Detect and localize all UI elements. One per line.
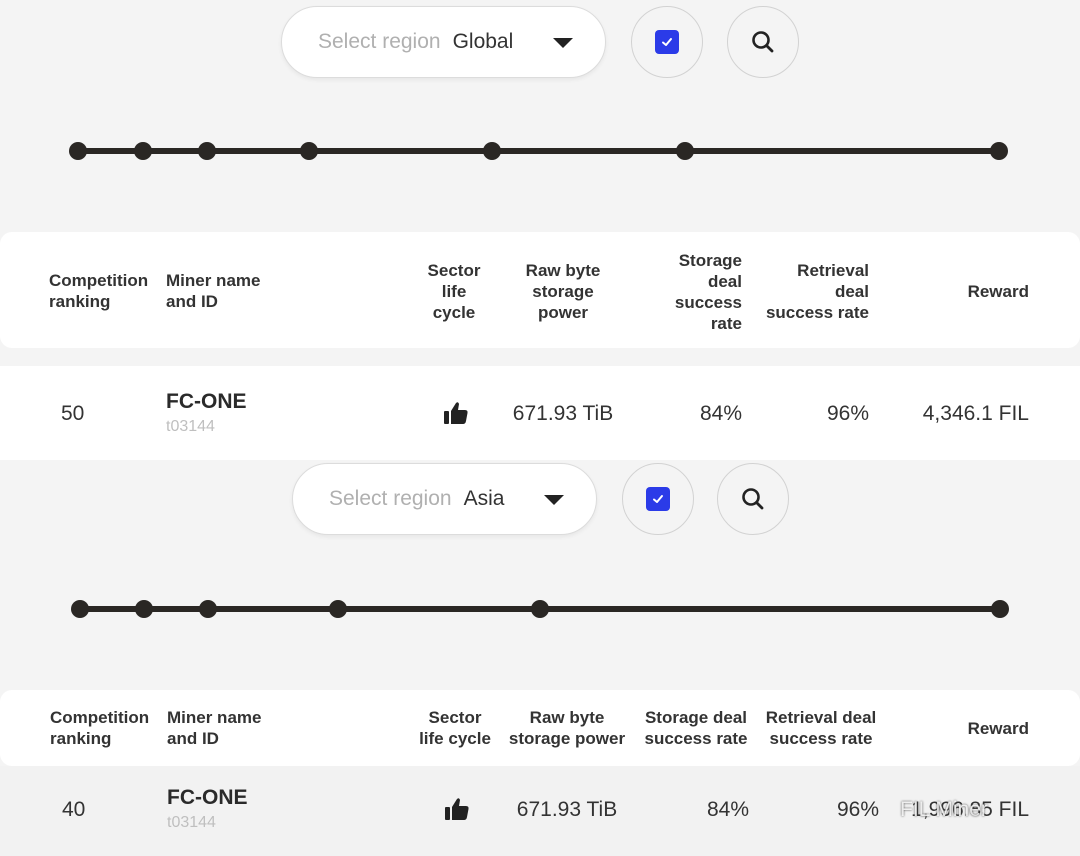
cell-raw-power: 671.93 TiB <box>516 798 618 821</box>
search-icon <box>752 31 774 53</box>
miner-id: t03144 <box>167 814 216 831</box>
table-header: Competition ranking Miner name and ID Sect… <box>0 232 1080 348</box>
cell-storage-deal: 84% <box>699 402 742 425</box>
miner-name: FC-ONE <box>166 390 247 413</box>
cell-reward: 4,346.1 FIL <box>922 402 1029 425</box>
column-header-reward[interactable]: Reward <box>930 281 1029 302</box>
cell-retrieval-deal: 96% <box>836 798 879 821</box>
cell-ranking: 50 <box>61 402 85 425</box>
search-button[interactable] <box>717 463 789 535</box>
table-row[interactable]: 50 FC-ONE t03144 671.93 TiB 84% 96% 4,34… <box>0 366 1080 460</box>
cell-raw-power: 671.93 TiB <box>512 402 614 425</box>
checkbox-button[interactable] <box>622 463 694 535</box>
column-header-ranking[interactable]: Competition ranking <box>49 270 148 312</box>
timeline-stop[interactable] <box>134 142 152 160</box>
leaderboard-panel-global: Select region Global Competition ranking … <box>0 0 1080 460</box>
column-header-miner[interactable]: Miner name and ID <box>167 707 261 749</box>
column-header-miner[interactable]: Miner name and ID <box>166 270 260 312</box>
search-icon <box>742 488 764 510</box>
timeline-track <box>78 148 1000 154</box>
region-select-value: Global <box>452 30 514 53</box>
cell-ranking: 40 <box>62 798 86 821</box>
region-select-placeholder: Select region <box>329 487 452 510</box>
watermark: FIL Miner <box>900 798 988 821</box>
region-select[interactable]: Select region Asia <box>292 463 597 535</box>
column-header-retrieval-deal[interactable]: Retrieval deal success rate <box>760 707 882 749</box>
timeline-stop[interactable] <box>69 142 87 160</box>
timeline-stop[interactable] <box>198 142 216 160</box>
region-select-placeholder: Select region <box>318 30 441 53</box>
table-header: Competition ranking Miner name and ID Sect… <box>0 690 1080 766</box>
timeline-stop[interactable] <box>135 600 153 618</box>
timeline-stop[interactable] <box>676 142 694 160</box>
miner-id: t03144 <box>166 418 215 435</box>
column-header-storage-deal[interactable]: Storage deal success rate <box>640 250 742 334</box>
column-header-ranking[interactable]: Competition ranking <box>50 707 149 749</box>
region-select-value: Asia <box>463 487 505 510</box>
column-header-storage-deal[interactable]: Storage deal success rate <box>638 707 754 749</box>
thumbs-up-icon <box>444 796 470 828</box>
region-select[interactable]: Select region Global <box>281 6 606 78</box>
checkbox-checked-icon <box>646 487 670 511</box>
checkbox-checked-icon <box>655 30 679 54</box>
timeline-stop[interactable] <box>300 142 318 160</box>
leaderboard-panel-asia: Select region Asia Competition ranking Mi… <box>0 460 1080 856</box>
timeline-stop[interactable] <box>531 600 549 618</box>
timeline-stop[interactable] <box>199 600 217 618</box>
column-header-sector[interactable]: Sector life cycle <box>410 707 500 749</box>
timeline-slider[interactable] <box>69 141 1008 161</box>
timeline-stop[interactable] <box>71 600 89 618</box>
miner-name: FC-ONE <box>167 786 248 809</box>
timeline-stop[interactable] <box>990 142 1008 160</box>
checkbox-button[interactable] <box>631 6 703 78</box>
search-button[interactable] <box>727 6 799 78</box>
timeline-stop[interactable] <box>483 142 501 160</box>
cell-retrieval-deal: 96% <box>826 402 869 425</box>
timeline-stop[interactable] <box>329 600 347 618</box>
column-header-raw-power[interactable]: Raw byte storage power <box>503 260 623 323</box>
cell-miner[interactable]: FC-ONE t03144 <box>167 786 248 832</box>
thumbs-up-icon <box>443 400 469 432</box>
timeline-stop[interactable] <box>991 600 1009 618</box>
column-header-retrieval-deal[interactable]: Retrieval deal success rate <box>752 260 869 323</box>
chevron-down-icon <box>553 38 573 48</box>
timeline-slider[interactable] <box>71 599 1009 619</box>
cell-miner[interactable]: FC-ONE t03144 <box>166 390 247 436</box>
cell-storage-deal: 84% <box>706 798 749 821</box>
column-header-sector[interactable]: Sector life cycle <box>404 260 504 323</box>
column-header-reward[interactable]: Reward <box>930 718 1029 739</box>
column-header-raw-power[interactable]: Raw byte storage power <box>503 707 631 749</box>
chevron-down-icon <box>544 495 564 505</box>
